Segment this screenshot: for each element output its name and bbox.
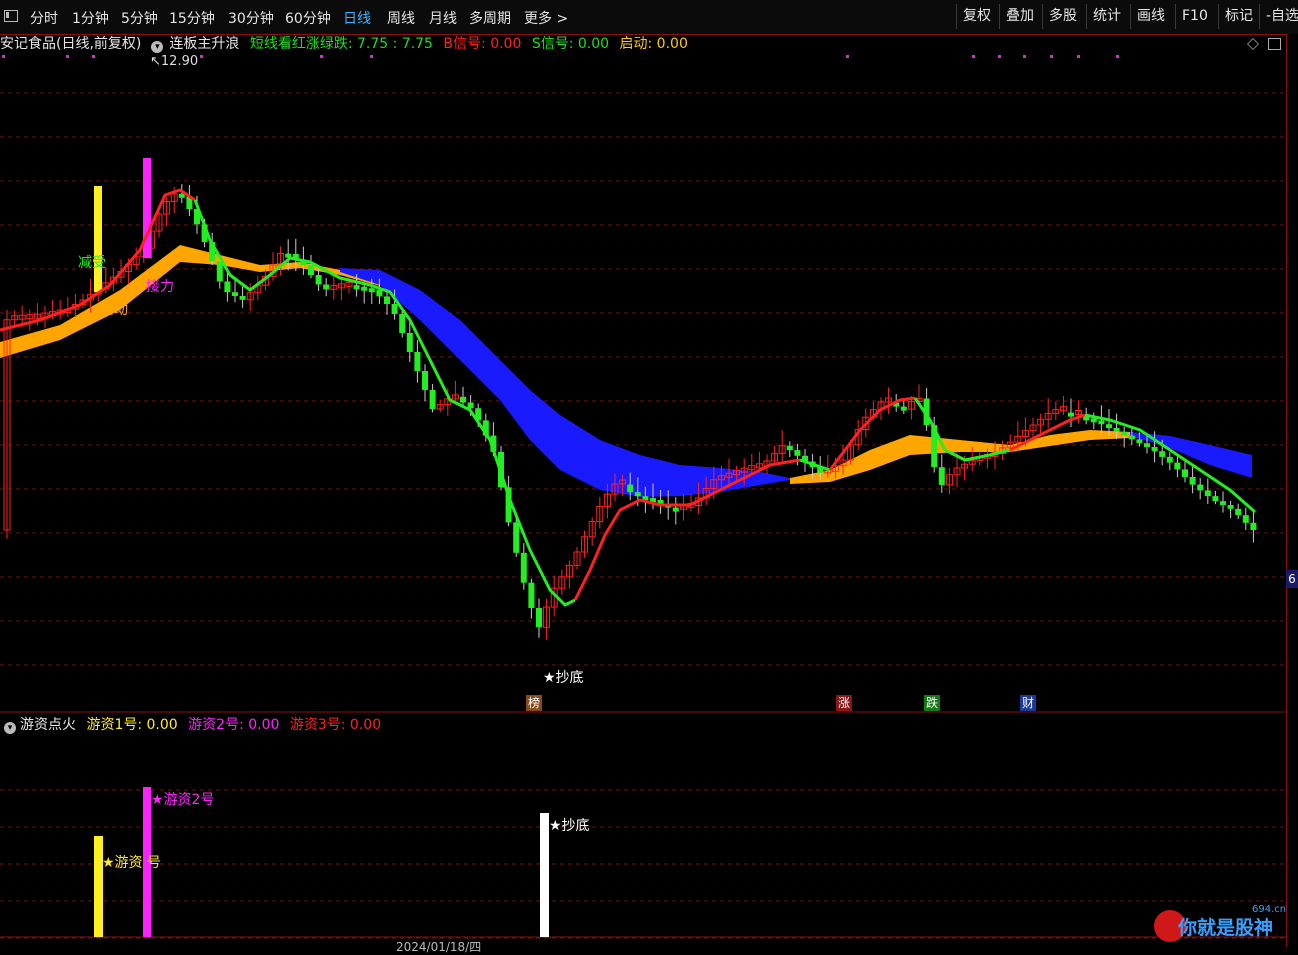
candle-body (1121, 431, 1128, 436)
candle-body (1250, 522, 1257, 530)
price-axis-value: 6 (1286, 570, 1298, 588)
marker-dot (972, 55, 975, 58)
event-tag-die[interactable]: 跌 (924, 695, 940, 711)
candle-body (672, 507, 679, 512)
bar-label-chaodi: ★抄底 (549, 818, 590, 834)
marker-dot (1077, 55, 1080, 58)
candle-body (239, 296, 246, 300)
candle-body (1113, 428, 1120, 432)
ma-bands (0, 245, 1252, 497)
blue-band-middle (340, 268, 790, 497)
signal-bar-yellow (94, 186, 102, 292)
candle-body (1128, 435, 1135, 440)
signal-qidong: 启动 (100, 302, 128, 318)
candle-body (1174, 462, 1181, 470)
marker-dot (846, 55, 849, 58)
candle-body (406, 333, 413, 352)
candle-body (634, 492, 641, 497)
candle-body (1090, 418, 1097, 423)
candle-body (1144, 443, 1150, 447)
candle-body (353, 285, 360, 290)
marker-dot (1050, 55, 1053, 58)
orange-band-left (0, 245, 380, 358)
candle-body (384, 296, 390, 304)
candle-body (391, 304, 398, 314)
bar-label-youzi-1: ★游资 号 (102, 855, 162, 871)
candle-body (1197, 484, 1204, 491)
candle-body (786, 445, 793, 451)
blue-band-right (1130, 432, 1252, 478)
signal-jieli: 接力 (146, 279, 174, 295)
candle-body (467, 402, 474, 409)
candle-body (1242, 515, 1249, 523)
high-price-label: ↖12.90 (150, 54, 199, 69)
event-tag-bang[interactable]: 榜 (526, 695, 542, 711)
candle-body (315, 275, 322, 285)
svg-text:你就是股神: 你就是股神 (1177, 916, 1273, 939)
chaodi-bar (540, 813, 549, 937)
candle-body (1106, 424, 1112, 428)
candle-body (1227, 505, 1234, 509)
candle-body (900, 406, 907, 411)
candle-body (422, 371, 428, 390)
candle-body (627, 484, 634, 493)
candle-body (1166, 456, 1173, 463)
event-tag-zhang[interactable]: 涨 (836, 695, 852, 711)
candle-body (520, 552, 527, 583)
candle-body (308, 265, 314, 275)
price-axis (1286, 34, 1298, 947)
candle-body (1068, 412, 1074, 417)
event-tag-cai[interactable]: 财 (1020, 695, 1036, 711)
marker-dot (2, 55, 5, 58)
watermark-logo: 你就是股神 694.cn (1148, 904, 1298, 947)
candle-body (399, 314, 406, 333)
candle-body (1159, 451, 1166, 457)
candle-body (1220, 501, 1226, 505)
candle-body (1189, 477, 1196, 485)
candle-body (938, 467, 945, 485)
signal-jiansou: 减受 (78, 255, 106, 271)
bar-label-youzi-2: ★游资2号 (151, 792, 215, 808)
watermark-domain: 694.cn (1252, 904, 1287, 915)
candle-body (1182, 469, 1188, 477)
candle-body (460, 396, 466, 403)
marker-dot (66, 55, 69, 58)
candle-body (216, 261, 223, 282)
candle-body (1204, 490, 1211, 497)
candle-body (536, 608, 542, 628)
candle-body (1136, 439, 1143, 444)
candlesticks (3, 158, 1257, 640)
signal-chaodi: ★抄底 (543, 670, 584, 686)
candle-body (1098, 420, 1105, 425)
candle-body (232, 292, 238, 296)
marker-dot (370, 55, 373, 58)
candle-body (224, 281, 231, 293)
marker-dot (998, 55, 1001, 58)
candle-body (429, 390, 436, 409)
candle-body (414, 352, 421, 371)
marker-dot (92, 55, 95, 58)
candle-body (368, 288, 375, 293)
marker-dot (1116, 55, 1119, 58)
candle-body (361, 286, 368, 291)
marker-dot (1023, 55, 1026, 58)
candle-body (528, 582, 535, 608)
candle-body (794, 450, 801, 456)
candle-body (513, 522, 520, 553)
candle-body (323, 284, 330, 290)
candle-body (1235, 508, 1242, 516)
marker-dot (200, 55, 203, 58)
candle-body (376, 289, 383, 297)
candle-body (1212, 496, 1219, 502)
candle-body (1151, 447, 1158, 452)
marker-dot (320, 55, 323, 58)
sub-indicator-bars (94, 787, 549, 937)
